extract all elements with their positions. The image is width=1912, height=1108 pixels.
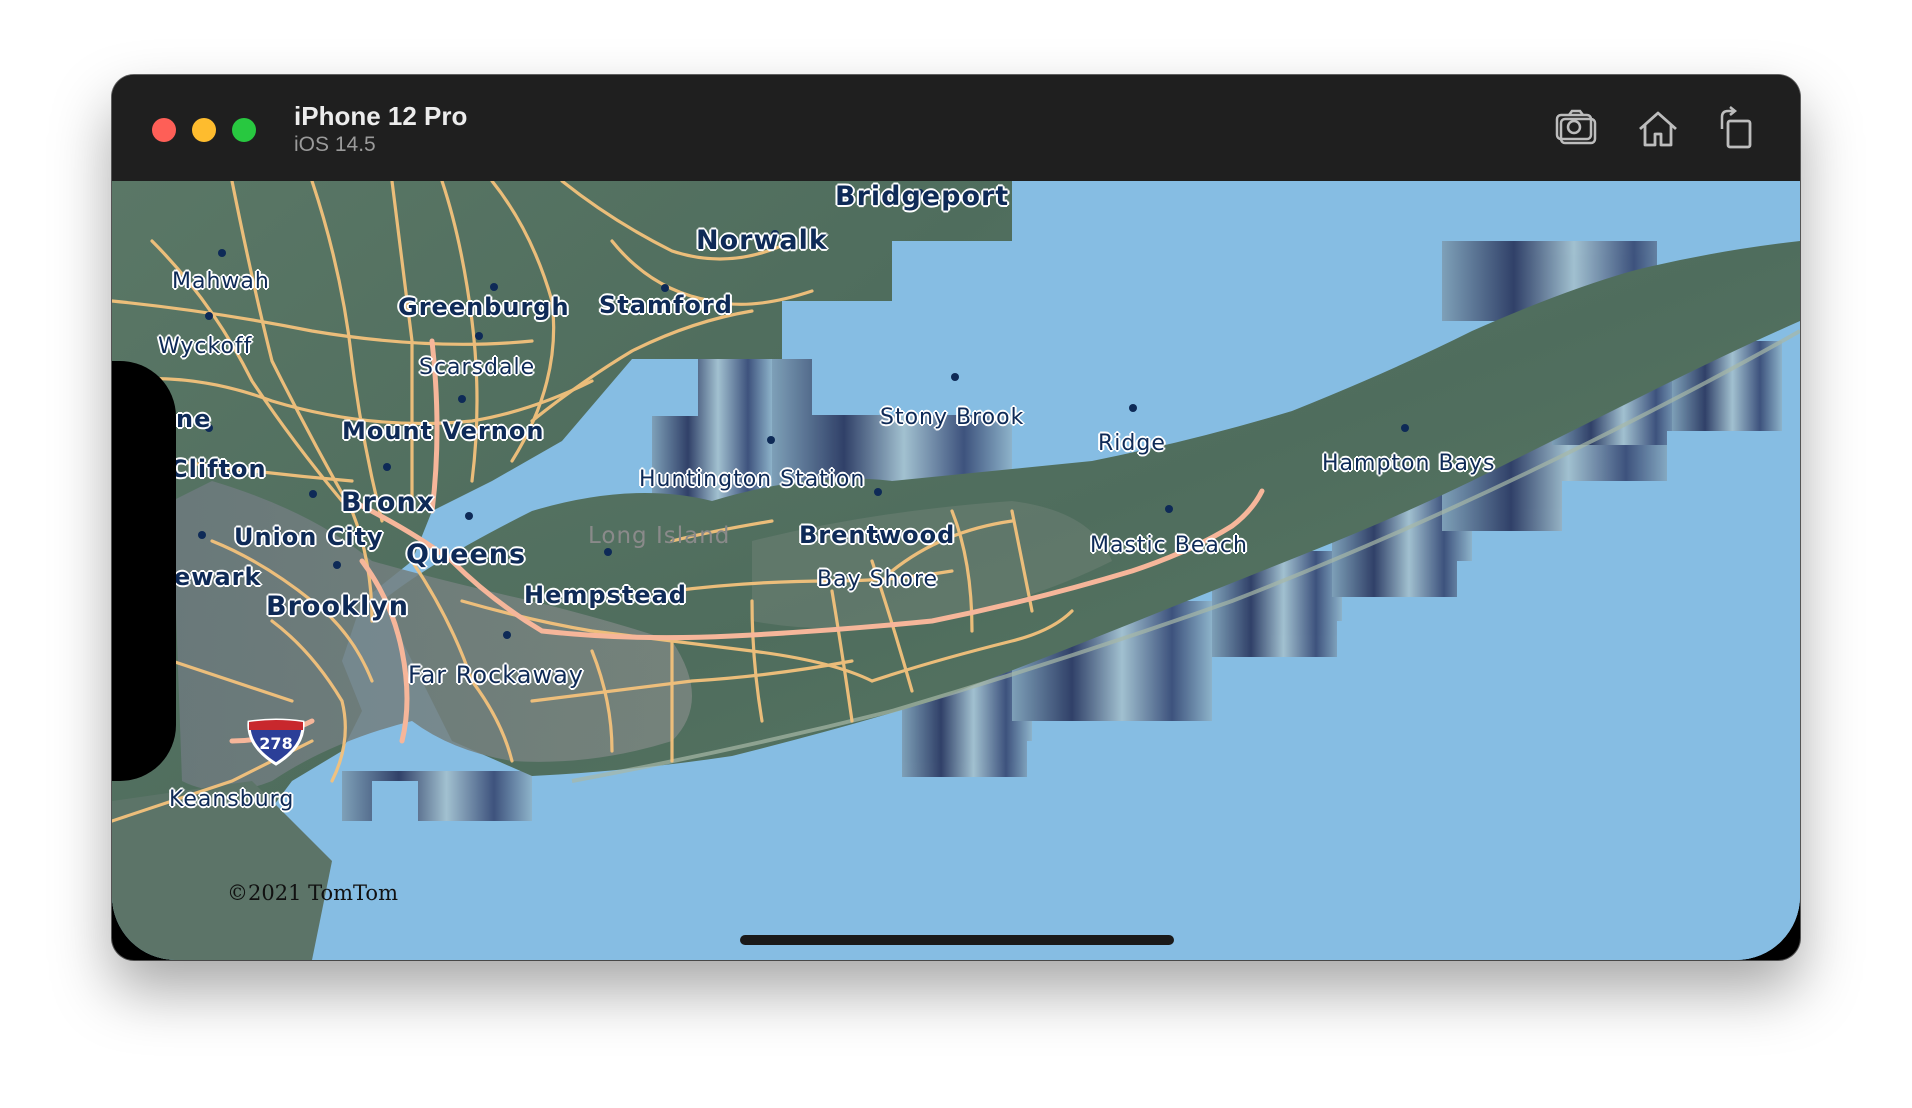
- label-bronx: Bronx: [341, 487, 436, 518]
- label-norwalk: Norwalk: [696, 225, 828, 256]
- label-wyckoff: Wyckoff: [158, 334, 253, 359]
- home-button[interactable]: [1634, 105, 1682, 153]
- map-attribution: ©2021 TomTom: [227, 881, 398, 905]
- label-mahwah: Mahwah: [172, 269, 270, 294]
- label-far-rockaway: Far Rockaway: [408, 661, 585, 689]
- rotate-button[interactable]: [1712, 105, 1760, 153]
- device-notch: [112, 361, 176, 781]
- camera-icon: [1555, 109, 1597, 145]
- label-brentwood: Brentwood: [799, 521, 956, 549]
- label-greenburgh: Greenburgh: [398, 293, 570, 321]
- interstate-shield-number: 278: [259, 734, 293, 753]
- close-window-button[interactable]: [152, 118, 176, 142]
- device-screen: Bridgeport Norwalk Mahwah Greenburgh Sta…: [112, 181, 1800, 960]
- label-mastic-beach: Mastic Beach: [1090, 533, 1248, 558]
- rotate-icon: [1720, 106, 1752, 149]
- label-bridgeport: Bridgeport: [835, 181, 1010, 212]
- label-hempstead: Hempstead: [524, 581, 687, 609]
- label-hampton-bays: Hampton Bays: [1322, 451, 1496, 476]
- label-clifton: Clifton: [170, 455, 267, 483]
- label-brooklyn: Brooklyn: [266, 591, 410, 622]
- label-bay-shore: Bay Shore: [817, 567, 939, 592]
- label-queens: Queens: [406, 539, 527, 570]
- label-union-city: Union City: [234, 523, 384, 551]
- label-stony-brook: Stony Brook: [880, 405, 1025, 430]
- label-huntington-station: Huntington Station: [639, 467, 866, 492]
- label-keansburg: Keansburg: [169, 787, 295, 812]
- simulator-window: iPhone 12 Pro iOS 14.5 Bridgeport Norwal…: [112, 75, 1800, 960]
- satellite-map[interactable]: [112, 181, 1800, 960]
- simulator-titlebar: iPhone 12 Pro iOS 14.5: [112, 75, 1800, 182]
- zoom-window-button[interactable]: [232, 118, 256, 142]
- device-name: iPhone 12 Pro: [294, 101, 468, 131]
- screenshot-button[interactable]: [1554, 105, 1602, 153]
- label-ewark: ewark: [174, 563, 262, 591]
- label-ridge: Ridge: [1098, 431, 1166, 456]
- label-ne: ne: [176, 405, 212, 433]
- label-scarsdale: Scarsdale: [419, 355, 536, 380]
- minimize-window-button[interactable]: [192, 118, 216, 142]
- home-icon: [1639, 111, 1677, 147]
- interstate-shield: 278: [245, 718, 307, 766]
- os-version: iOS 14.5: [294, 133, 376, 156]
- label-stamford: Stamford: [599, 291, 733, 319]
- label-long-island: Long Island: [588, 523, 731, 549]
- label-mount-vernon: Mount Vernon: [342, 417, 545, 445]
- home-indicator[interactable]: [740, 935, 1174, 945]
